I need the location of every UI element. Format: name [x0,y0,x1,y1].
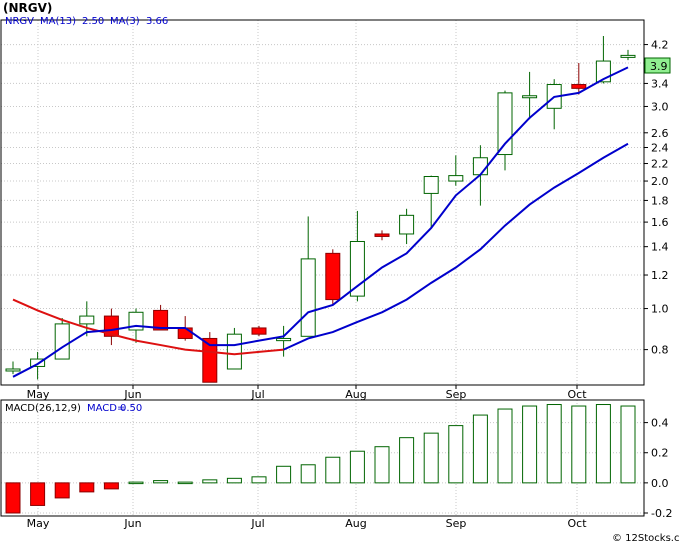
price-ytick-label: 4.2 [651,39,669,52]
chart-title: (NRGV) [3,1,52,15]
macd-bar [5,482,21,514]
price-ytick-label: 2.0 [651,175,669,188]
price-ytick-label: 0.8 [651,344,669,357]
candle-body [177,327,193,339]
macd-bar [522,405,538,484]
macd-legend: MACD(26,12,9) MACD= 0.50 [5,403,142,414]
macd-bar [546,404,562,484]
macd-bar [374,446,390,484]
price-ytick-label: 1.8 [651,194,669,207]
macd-ytick-label: 0.0 [651,477,669,490]
last-price-box: 3.9 [644,57,671,74]
macd-bar [497,408,513,484]
macd-legend-label: MACD(26,12,9) [5,403,81,414]
candle-body [423,176,439,194]
price-month-label: Sep [446,388,467,401]
candle-body [79,315,95,325]
macd-month-label: Aug [345,517,366,530]
macd-bar [423,432,439,484]
price-month-label: Aug [345,388,366,401]
price-ytick-label: 1.0 [651,303,669,316]
legend-ma13-value: 2.50 [82,16,104,27]
macd-bar [251,476,267,484]
macd-bar [30,482,46,506]
candle-body [448,175,464,182]
price-ytick-label: 3.4 [651,77,669,90]
macd-bar [448,425,464,484]
price-month-label: Oct [567,388,587,401]
legend-ma3-value: 3.66 [146,16,168,27]
candle-body [472,157,488,176]
macd-bar [325,456,341,484]
legend-ticker: NRGV [5,16,34,27]
macd-bar [300,464,316,484]
candle-body [226,333,242,370]
price-ytick-label: 1.2 [651,269,669,282]
candle-body [349,240,365,297]
macd-bar [103,482,119,490]
candle [202,332,218,383]
macd-month-label: Jun [123,517,141,530]
price-ytick-label: 2.2 [651,158,669,171]
candle-body [54,323,70,360]
macd-bar [595,404,611,484]
macd-legend-value: 0.50 [120,403,142,414]
price-month-label: Jun [123,388,141,401]
macd-bar [472,414,488,484]
price-month-label: May [27,388,50,401]
candle-body [251,327,267,335]
candle-body [5,368,21,372]
macd-ytick-label: 0.2 [651,447,669,460]
macd-bar [79,482,95,493]
macd-bar [226,477,242,484]
macd-bar [153,480,169,484]
macd-month-label: Sep [446,517,467,530]
candle [54,317,70,360]
legend-ma13-label: MA(13) [40,16,76,27]
candle-body [276,337,292,342]
candle-body [571,84,587,89]
macd-bar [276,465,292,484]
price-ytick-label: 2.4 [651,142,669,155]
stock-chart: 4.23.83.43.02.62.42.22.01.81.61.41.21.00… [0,0,680,546]
candle-body [374,233,390,237]
candle-body [300,258,316,337]
macd-month-label: May [27,517,50,530]
price-ytick-label: 1.4 [651,241,669,254]
candle-body [399,214,415,235]
candle-body [620,54,636,58]
price-ytick-label: 3.0 [651,100,669,113]
macd-ytick-label: -0.2 [651,507,672,520]
macd-bar [620,405,636,484]
macd-bar [128,481,144,485]
macd-bar [399,437,415,484]
macd-bar [54,482,70,499]
candle [226,327,242,370]
price-month-label: Jul [250,388,264,401]
macd-bar [571,405,587,484]
macd-bar [349,450,365,484]
price-ytick-label: 2.6 [651,127,669,140]
macd-month-label: Jul [250,517,264,530]
last-price-label: 3.9 [650,60,668,73]
legend-ma3-label: MA(3) [110,16,140,27]
macd-bar [202,479,218,484]
candle-body [325,252,341,301]
candle-body [522,95,538,99]
watermark: © 12Stocks.com [612,533,680,544]
price-ytick-label: 1.6 [651,216,669,229]
candle [325,249,341,305]
macd-bar [177,481,193,485]
macd-month-label: Oct [567,517,587,530]
macd-ytick-label: 0.4 [651,417,669,430]
